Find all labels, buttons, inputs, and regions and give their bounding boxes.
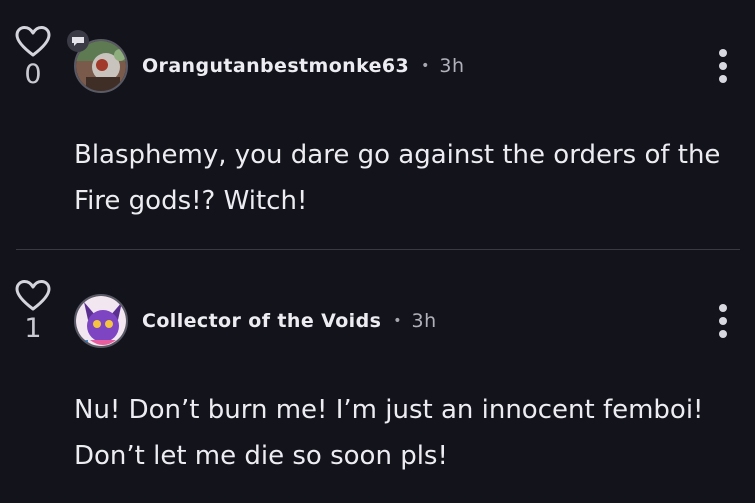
comment-1: 0 Orangutanbestmonke63 • 3h Blasphemy, y…	[0, 0, 755, 250]
like-count: 1	[24, 313, 42, 344]
like-button[interactable]: 0	[14, 26, 52, 90]
comment-meta: Collector of the Voids • 3h	[142, 306, 437, 336]
like-button[interactable]: 1	[14, 280, 52, 344]
comment-2: 1 Collector of the Voids • 3h Nu! Don’t …	[0, 251, 755, 503]
username[interactable]: Collector of the Voids	[142, 310, 381, 332]
vertical-ellipsis-icon[interactable]	[712, 47, 734, 87]
comment-meta: Orangutanbestmonke63 • 3h	[142, 51, 465, 81]
speech-bubble-icon	[67, 30, 89, 52]
comment-text: Nu! Don’t burn me! I’m just an innocent …	[74, 395, 704, 471]
heart-outline-icon[interactable]	[15, 26, 51, 58]
username[interactable]: Orangutanbestmonke63	[142, 55, 409, 77]
vertical-ellipsis-icon[interactable]	[712, 302, 734, 342]
separator-dot: •	[393, 313, 402, 329]
divider	[16, 249, 740, 250]
like-count: 0	[24, 59, 42, 90]
heart-outline-icon[interactable]	[15, 280, 51, 312]
avatar[interactable]	[74, 294, 128, 348]
comment-text: Blasphemy, you dare go against the order…	[74, 140, 721, 216]
timestamp: 3h	[439, 55, 465, 77]
timestamp: 3h	[411, 310, 437, 332]
separator-dot: •	[421, 58, 430, 74]
